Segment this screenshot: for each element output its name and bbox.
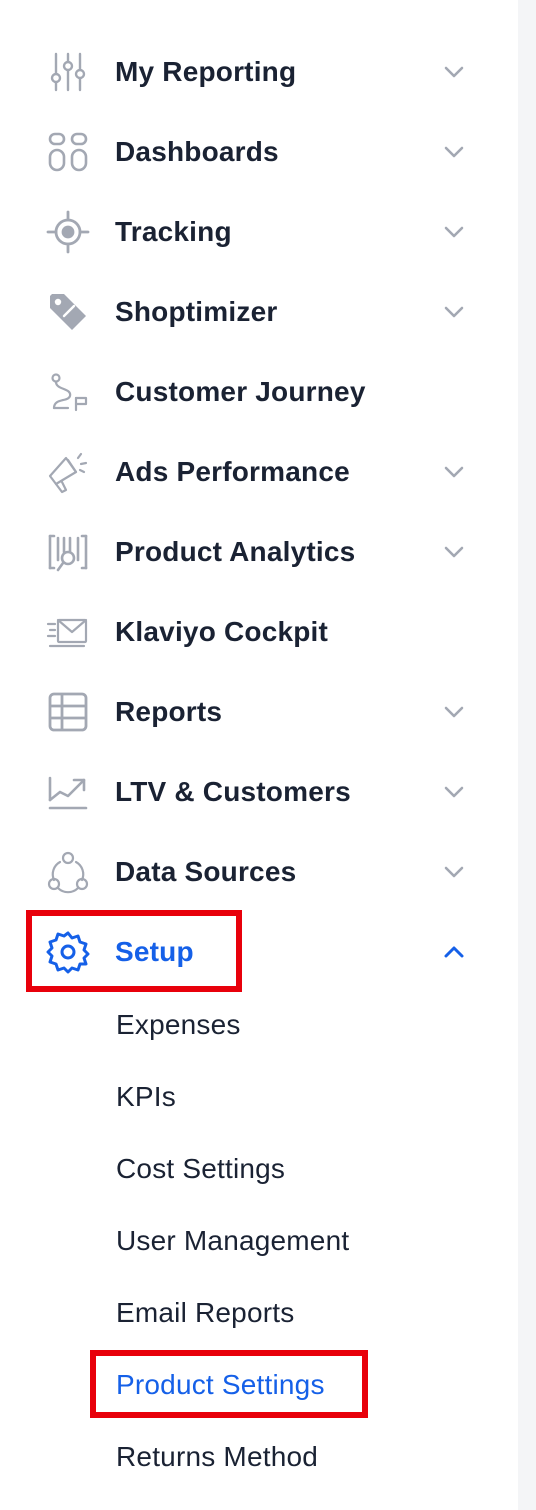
- chevron-down-icon[interactable]: [440, 860, 468, 884]
- nav-item-ads-performance[interactable]: Ads Performance: [0, 432, 518, 512]
- nav-item-shoptimizer[interactable]: Shoptimizer: [0, 272, 518, 352]
- chevron-down-icon[interactable]: [440, 220, 468, 244]
- nav-label: Klaviyo Cockpit: [115, 616, 329, 647]
- chevron-down-icon[interactable]: [440, 140, 468, 164]
- nav-item-data-sources[interactable]: Data Sources: [0, 832, 518, 912]
- barcode-magnifier-icon: [46, 530, 90, 574]
- nav-label: Shoptimizer: [115, 296, 278, 327]
- price-tag-icon: [46, 290, 90, 334]
- nav-item-tracking[interactable]: Tracking: [0, 192, 518, 272]
- connections-icon: [46, 850, 90, 894]
- nav-label: Customer Journey: [115, 376, 366, 407]
- subnav-item-cost-settings[interactable]: Cost Settings: [116, 1147, 285, 1191]
- nav-item-customer-journey[interactable]: Customer Journey: [0, 352, 518, 432]
- crosshair-icon: [46, 210, 90, 254]
- gear-icon: [46, 930, 90, 974]
- chevron-down-icon[interactable]: [440, 780, 468, 804]
- envelope-icon: [46, 610, 90, 654]
- sliders-icon: [46, 50, 90, 94]
- nav-item-reports[interactable]: Reports: [0, 672, 518, 752]
- subnav-item-kpis[interactable]: KPIs: [116, 1075, 176, 1119]
- chevron-up-icon[interactable]: [440, 940, 468, 964]
- nav-item-ltv-customers[interactable]: LTV & Customers: [0, 752, 518, 832]
- nav-label: Ads Performance: [115, 456, 350, 487]
- subnav-item-user-management[interactable]: User Management: [116, 1219, 349, 1263]
- subnav-item-expenses[interactable]: Expenses: [116, 1003, 241, 1047]
- chevron-down-icon[interactable]: [440, 60, 468, 84]
- chevron-down-icon[interactable]: [440, 460, 468, 484]
- nav-label: Dashboards: [115, 136, 279, 167]
- journey-path-icon: [46, 370, 90, 414]
- megaphone-icon: [46, 450, 90, 494]
- nav-label: Setup: [115, 936, 194, 967]
- subnav-item-email-reports[interactable]: Email Reports: [116, 1291, 294, 1335]
- nav-item-setup[interactable]: Setup: [0, 912, 518, 992]
- nav-item-klaviyo-cockpit[interactable]: Klaviyo Cockpit: [0, 592, 518, 672]
- nav-label: Data Sources: [115, 856, 297, 887]
- nav-item-product-analytics[interactable]: Product Analytics: [0, 512, 518, 592]
- chevron-down-icon[interactable]: [440, 700, 468, 724]
- nav-label: My Reporting: [115, 56, 297, 87]
- dashboard-tiles-icon: [46, 130, 90, 174]
- subnav-item-product-settings[interactable]: Product Settings: [116, 1363, 325, 1407]
- subnav-item-returns-method[interactable]: Returns Method: [116, 1435, 318, 1479]
- chevron-down-icon[interactable]: [440, 300, 468, 324]
- nav-item-my-reporting[interactable]: My Reporting: [0, 32, 518, 112]
- nav-label: LTV & Customers: [115, 776, 351, 807]
- nav-label: Product Analytics: [115, 536, 356, 567]
- nav-label: Reports: [115, 696, 223, 727]
- nav-label: Tracking: [115, 216, 232, 247]
- sidebar-edge: [518, 0, 536, 1510]
- trend-chart-icon: [46, 770, 90, 814]
- nav-item-dashboards[interactable]: Dashboards: [0, 112, 518, 192]
- chevron-down-icon[interactable]: [440, 540, 468, 564]
- table-icon: [46, 690, 90, 734]
